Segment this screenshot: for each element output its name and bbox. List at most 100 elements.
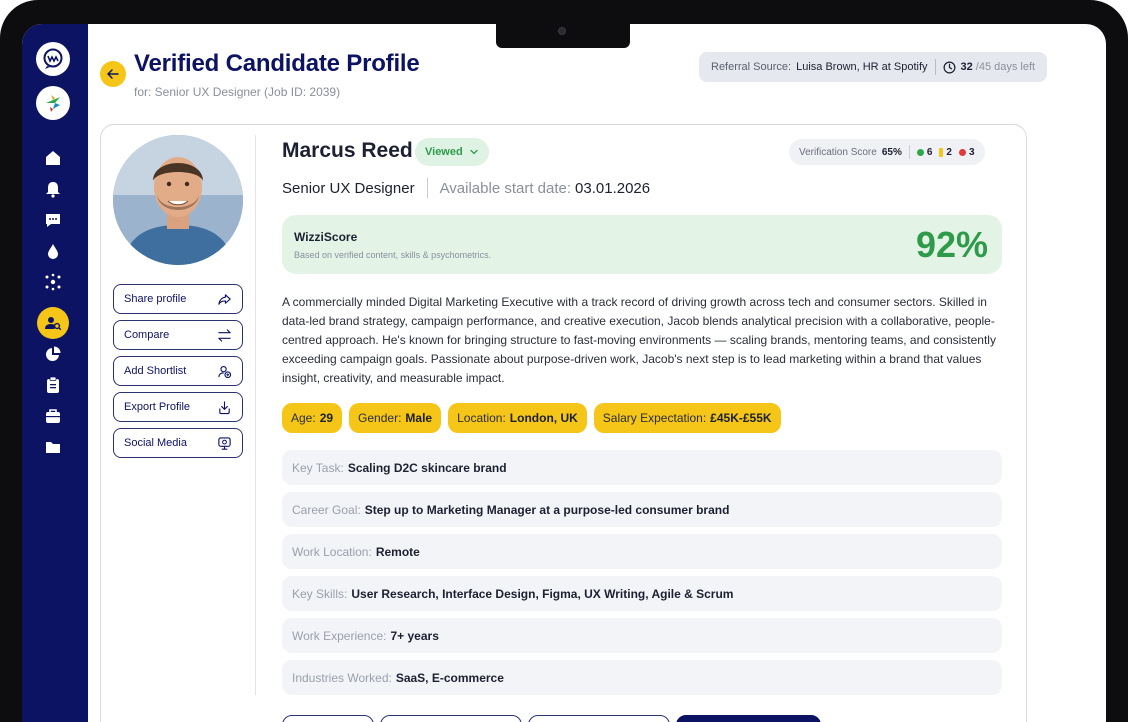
primary-action-button[interactable] (676, 715, 821, 722)
camera-notch (496, 22, 630, 48)
back-button[interactable] (100, 61, 126, 87)
bird-logo-icon (46, 95, 60, 112)
warning-icon (939, 147, 944, 157)
camera-icon (558, 27, 566, 35)
industries-value: SaaS, E-commerce (395, 670, 504, 685)
candidate-card: Share profile Compare Add Shortlist Expo… (100, 124, 1027, 722)
share-icon (218, 293, 231, 305)
page-title: Verified Candidate Profile (134, 50, 420, 77)
experience-row: Work Experience: 7+ years (282, 618, 1002, 653)
days-count: 32 (960, 61, 973, 73)
add-shortlist-button[interactable]: Add Shortlist (113, 356, 243, 386)
industries-row: Industries Worked: SaaS, E-commerce (282, 660, 1002, 695)
export-profile-button[interactable]: Export Profile (113, 392, 243, 422)
network-icon[interactable] (43, 272, 63, 292)
sidebar (22, 24, 88, 722)
career-goal-value: Step up to Marketing Manager at a purpos… (364, 502, 730, 517)
arrow-left-icon (107, 69, 119, 79)
candidate-name: Marcus Reed (282, 139, 413, 162)
compare-label: Compare (124, 329, 170, 341)
social-media-button[interactable]: Social Media (113, 428, 243, 458)
experience-label: Work Experience: (292, 628, 387, 643)
gender-value: Male (405, 411, 433, 425)
share-profile-label: Share profile (124, 293, 187, 305)
wizziscore-value: 92% (915, 224, 988, 265)
location-chip: Location: London, UK (448, 403, 587, 433)
key-skills-value: User Research, Interface Design, Figma, … (351, 586, 734, 601)
referral-label: Referral Source: (711, 61, 792, 73)
download-icon (219, 400, 230, 414)
key-task-label: Key Task: (292, 460, 344, 475)
failed-count: 3 (968, 146, 975, 158)
career-goal-label: Career Goal: (292, 502, 361, 517)
start-date-label: Available start date: (439, 179, 572, 197)
key-task-value: Scaling D2C skincare brand (347, 460, 507, 475)
start-date-value: 03.01.2026 (575, 179, 651, 197)
drop-icon[interactable] (43, 241, 63, 261)
experience-value: 7+ years (390, 628, 439, 643)
profile-photo (113, 135, 243, 265)
verification-label: Verification Score (799, 146, 877, 158)
avatar (113, 135, 243, 265)
app-logo[interactable] (36, 42, 70, 76)
salary-label: Salary Expectation: (602, 411, 707, 425)
wizziscore-subtitle: Based on verified content, skills & psyc… (294, 250, 492, 260)
share-profile-button[interactable]: Share profile (113, 284, 243, 314)
candidate-role: Senior UX Designer (282, 179, 415, 197)
user-add-icon (218, 365, 232, 378)
bottom-action-button-2[interactable] (380, 715, 522, 722)
days-left: /45 days left (975, 61, 1036, 73)
error-icon (958, 148, 966, 156)
compare-arrows-icon (218, 328, 231, 342)
attribute-chips: Age: 29 Gender: Male Location: London, U… (282, 403, 781, 433)
divider (426, 178, 428, 198)
verification-score: Verification Score 65% 6 2 3 (789, 139, 985, 165)
folder-icon[interactable] (43, 437, 63, 457)
compare-button[interactable]: Compare (113, 320, 243, 350)
industries-label: Industries Worked: (292, 670, 392, 685)
bottom-action-button-1[interactable] (282, 715, 374, 722)
briefcase-icon[interactable] (43, 406, 63, 426)
work-location-row: Work Location: Remote (282, 534, 1002, 569)
warning-count: 2 (946, 146, 952, 158)
social-icon (218, 436, 231, 450)
work-location-value: Remote (375, 544, 420, 559)
bell-icon[interactable] (43, 179, 63, 199)
status-dropdown[interactable]: Viewed (415, 138, 489, 166)
candidate-bio: A commercially minded Digital Marketing … (282, 295, 996, 385)
home-icon[interactable] (43, 148, 63, 168)
career-goal-row: Career Goal: Step up to Marketing Manage… (282, 492, 1002, 527)
salary-chip: Salary Expectation: £45K-£55K (593, 403, 781, 433)
candidate-search-icon[interactable] (37, 307, 69, 339)
page-subtitle: for: Senior UX Designer (Job ID: 2039) (134, 85, 341, 99)
location-value: London, UK (509, 411, 578, 425)
work-location-label: Work Location: (292, 544, 372, 559)
gender-label: Gender: (358, 411, 402, 425)
key-skills-row: Key Skills: User Research, Interface Des… (282, 576, 1002, 611)
key-skills-label: Key Skills: (292, 586, 348, 601)
clipboard-icon[interactable] (43, 375, 63, 395)
gender-chip: Gender: Male (349, 403, 442, 433)
age-value: 29 (319, 411, 334, 425)
divider (908, 145, 910, 159)
speech-logo-icon (43, 48, 63, 69)
app-screen: Verified Candidate Profile for: Senior U… (22, 24, 1106, 722)
social-media-label: Social Media (124, 437, 187, 449)
wizziscore-title: WizziScore (294, 230, 358, 244)
status-label: Viewed (425, 146, 463, 158)
pie-chart-icon[interactable] (43, 344, 63, 364)
company-logo[interactable] (36, 86, 70, 120)
age-label: Age: (291, 411, 316, 425)
chevron-down-icon (470, 149, 478, 155)
verification-value: 65% (881, 146, 902, 158)
bottom-action-button-3[interactable] (528, 715, 670, 722)
clock-icon (943, 61, 956, 73)
column-divider (255, 135, 256, 695)
salary-value: £45K-£55K (710, 411, 772, 425)
wizziscore-panel: WizziScore Based on verified content, sk… (282, 215, 1002, 274)
location-label: Location: (457, 411, 506, 425)
verified-count: 6 (926, 146, 933, 158)
chat-icon[interactable] (43, 210, 63, 230)
divider (934, 59, 936, 75)
referral-value: Luisa Brown, HR at Spotify (796, 61, 928, 73)
